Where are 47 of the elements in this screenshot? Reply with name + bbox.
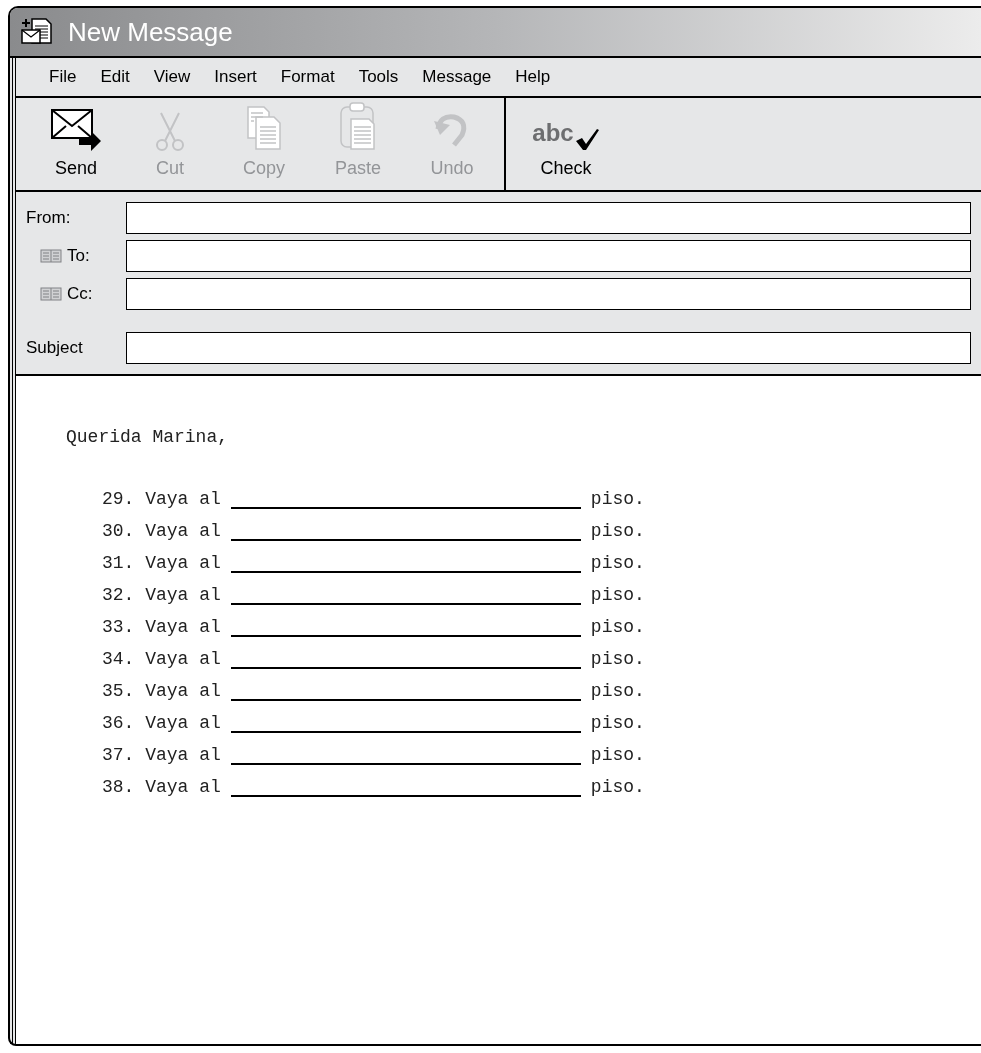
exercise-text: piso.: [590, 616, 645, 639]
window-title: New Message: [68, 15, 233, 49]
send-envelope-icon: [49, 107, 103, 151]
menu-item[interactable]: Edit: [100, 64, 130, 90]
menu-item[interactable]: Format: [280, 64, 335, 90]
exercise-text: 36. Vaya al: [102, 712, 221, 735]
address-field[interactable]: [126, 202, 971, 234]
exercise-text: 33. Vaya al: [102, 616, 221, 639]
exercise-text: piso.: [590, 552, 645, 575]
exercise-text: piso.: [590, 744, 645, 767]
checkmark-icon: [573, 127, 600, 151]
field-label: Cc:: [67, 283, 93, 306]
menu-item[interactable]: Message: [422, 64, 492, 90]
menu-item[interactable]: File: [49, 64, 77, 90]
spelling-text: abc: [532, 118, 574, 148]
exercise-text: 32. Vaya al: [102, 584, 221, 607]
exercise-text: 30. Vaya al: [102, 520, 221, 543]
exercise-text: piso.: [590, 584, 645, 607]
exercise-text: 31. Vaya al: [102, 552, 221, 575]
exercise-text: 34. Vaya al: [102, 648, 221, 671]
exercise-text: 38. Vaya al: [102, 776, 221, 799]
address-field[interactable]: [126, 278, 971, 310]
field-label: To:: [67, 245, 90, 268]
exercise-text: piso.: [590, 712, 645, 735]
exercise-text: 37. Vaya al: [102, 744, 221, 767]
message-body[interactable]: Querida Marina, 29. Vaya al piso. 30. Vaya al piso. 31. Vaya al piso. 32. Vaya al piso. 33. Vaya al piso. 34. Vaya al piso. 35. Vaya al piso. 36. Vaya al piso. 37. Vaya al piso. 38. Vaya al piso.: [16, 376, 981, 1044]
exercise-text: 29. Vaya al: [102, 488, 221, 511]
check-button[interactable]: abc Check: [526, 98, 606, 190]
menu-item[interactable]: Help: [515, 64, 551, 90]
exercise-text: piso.: [590, 680, 645, 703]
copy-pages-icon: [244, 105, 284, 151]
menu-item[interactable]: Tools: [358, 64, 399, 90]
exercise-text: piso.: [590, 776, 645, 799]
address-field[interactable]: [126, 240, 971, 272]
scissors-icon: [155, 111, 185, 151]
exercise-text: piso.: [590, 520, 645, 543]
exercise-text: piso.: [590, 488, 645, 511]
subject-field[interactable]: [126, 332, 971, 364]
exercise-text: 35. Vaya al: [102, 680, 221, 703]
menu-item[interactable]: View: [153, 64, 191, 90]
field-label: Subject: [26, 337, 83, 360]
exercise-text: piso.: [590, 648, 645, 671]
field-label: From:: [26, 207, 71, 230]
send-button[interactable]: Send: [36, 98, 116, 190]
clipboard-icon: [339, 101, 377, 151]
greeting-text: Querida Marina,: [66, 426, 229, 449]
menu-item[interactable]: Insert: [214, 64, 257, 90]
